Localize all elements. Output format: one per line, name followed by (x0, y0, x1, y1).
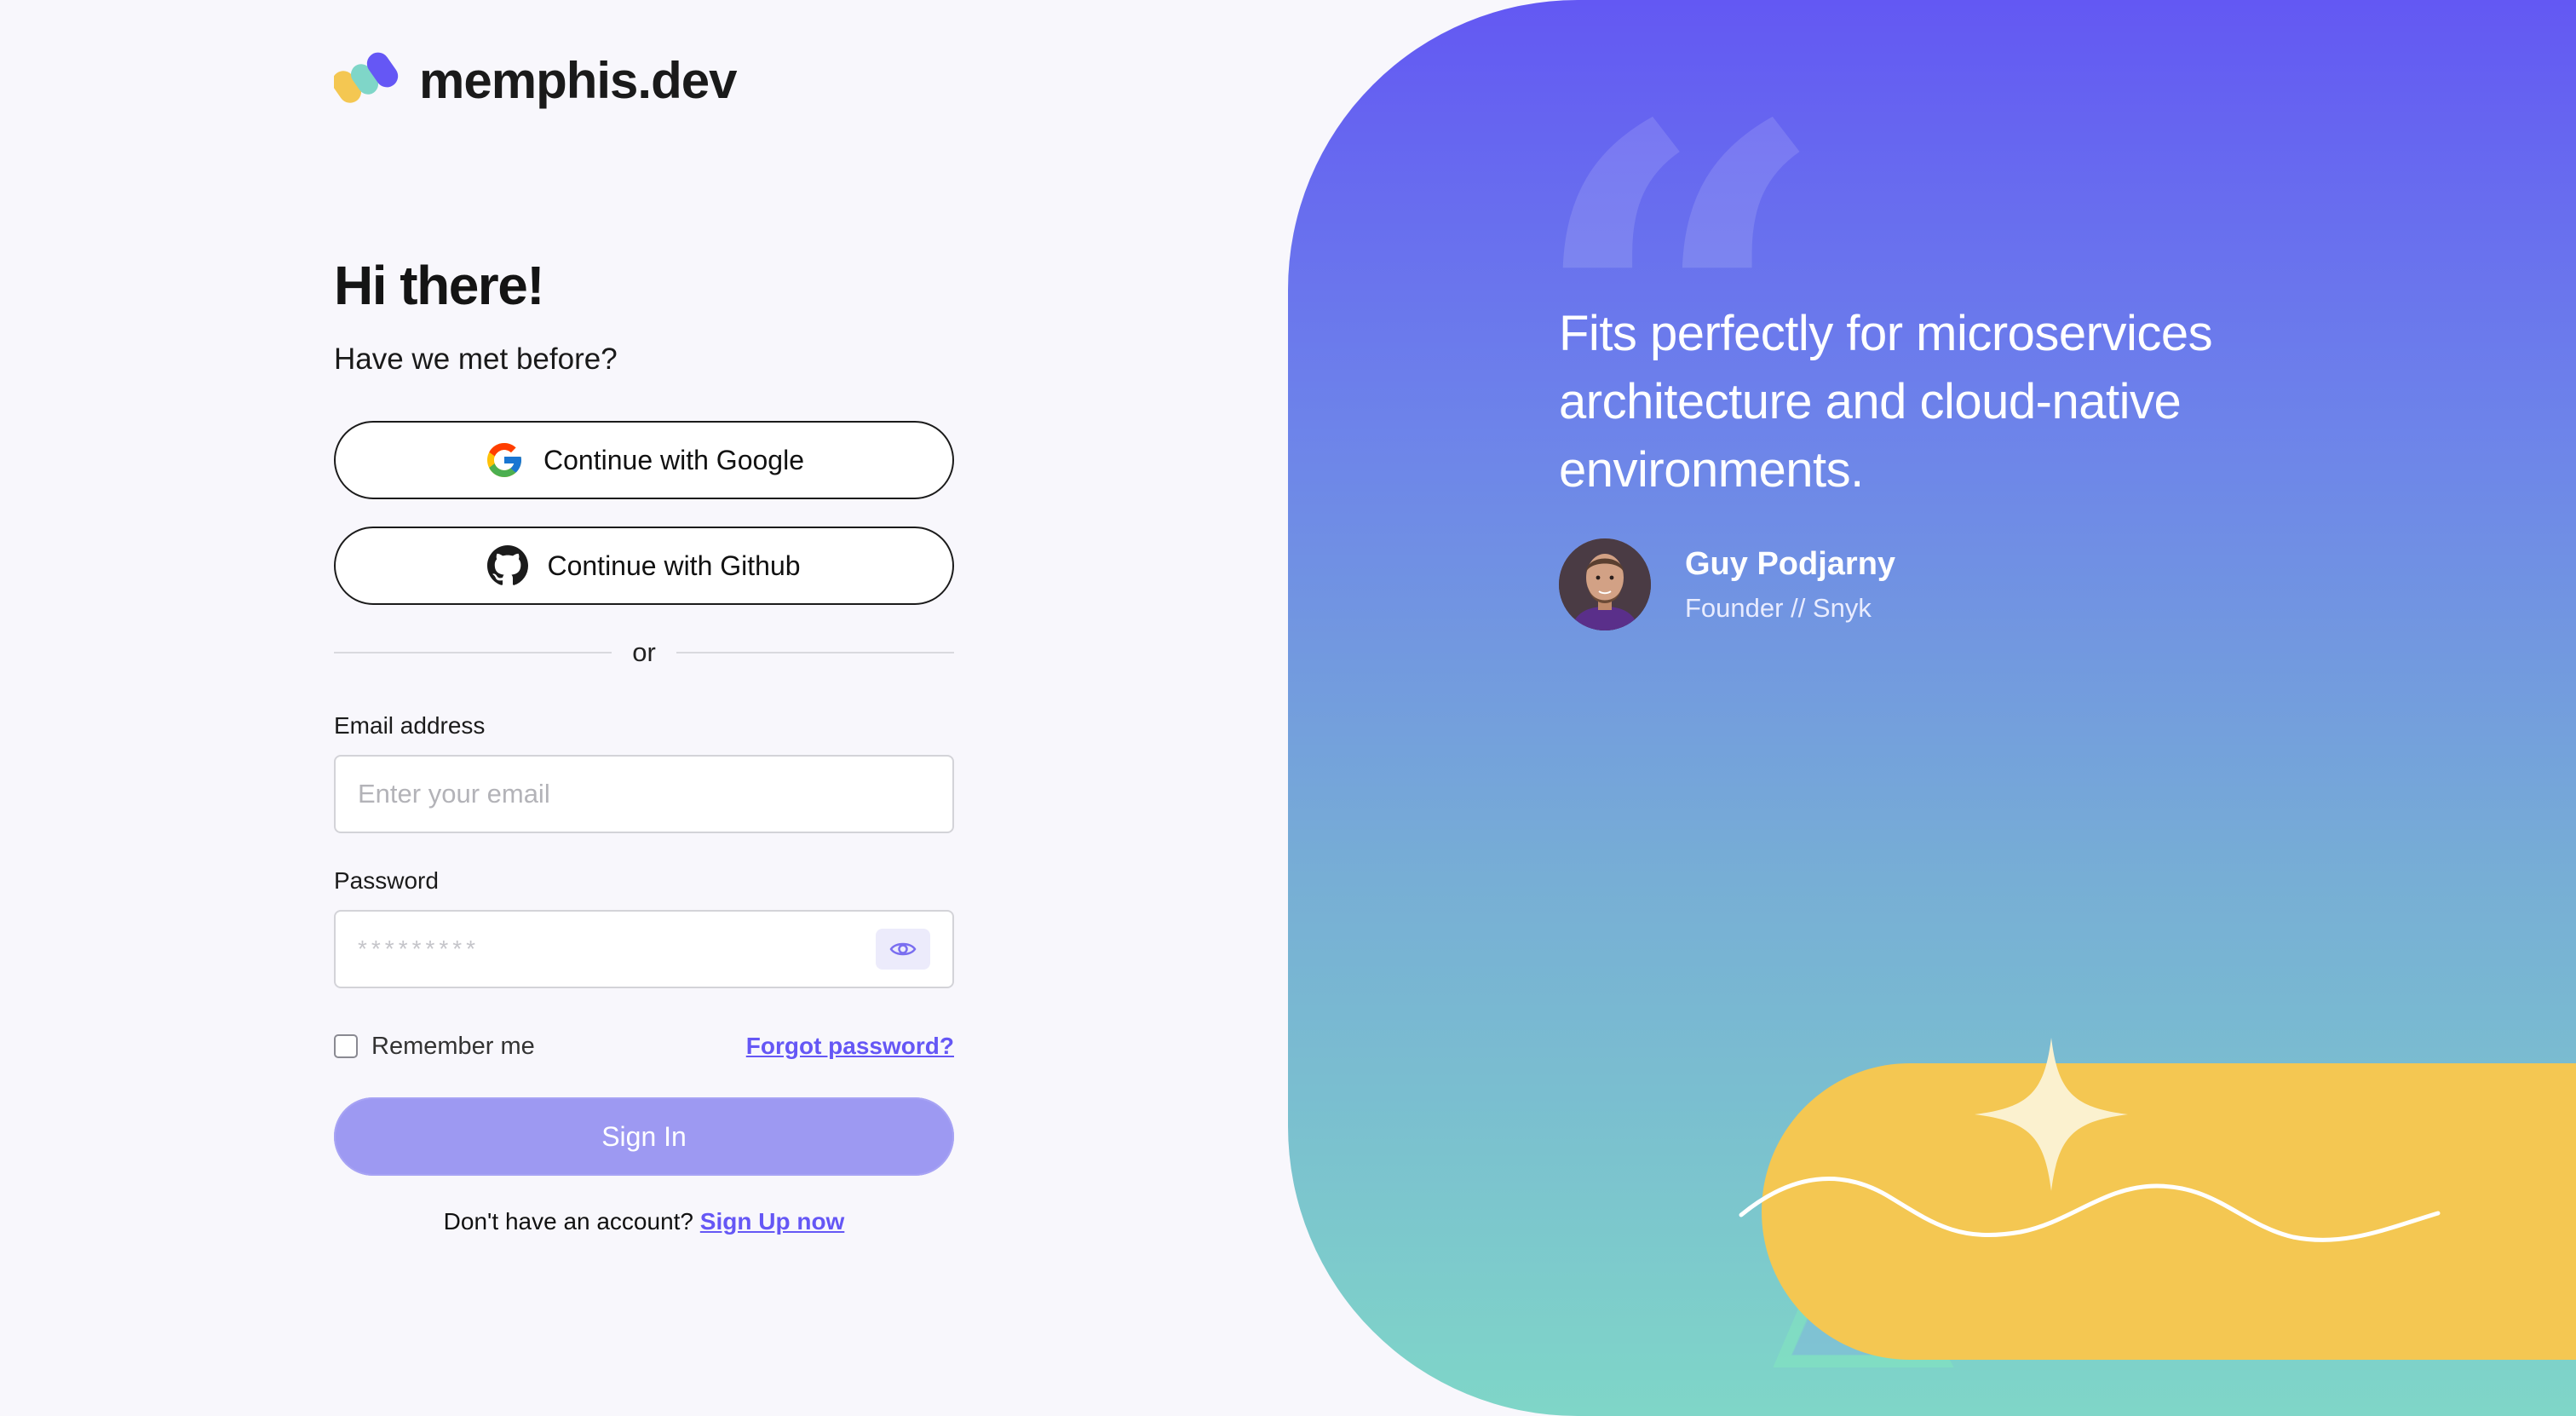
remember-me-label: Remember me (371, 1032, 535, 1060)
github-icon (487, 545, 529, 585)
continue-with-github-button[interactable]: Continue with Github (334, 527, 954, 605)
forgot-password-link[interactable]: Forgot password? (746, 1033, 954, 1060)
email-placeholder: Enter your email (358, 779, 550, 809)
remember-me[interactable]: Remember me (334, 1033, 535, 1061)
password-label: Password (334, 867, 439, 894)
eye-icon (889, 942, 917, 956)
divider-line-left (334, 652, 612, 653)
or-divider: or (334, 636, 955, 670)
testimonial-panel: “ Fits perfectly for microservices archi… (1288, 0, 2576, 1416)
google-icon (487, 443, 522, 477)
toggle-password-visibility-button[interactable] (876, 929, 930, 970)
github-button-label: Continue with Github (547, 550, 801, 581)
continue-with-google-button[interactable]: Continue with Google (334, 421, 954, 499)
password-field[interactable]: ********* (334, 910, 954, 988)
sign-up-link[interactable]: Sign Up now (700, 1208, 845, 1235)
page-subtitle: Have we met before? (334, 342, 618, 376)
divider-line-right (676, 652, 955, 653)
password-masked-value: ********* (358, 935, 480, 962)
decorative-illustration (1739, 1038, 2576, 1367)
sign-in-button[interactable]: Sign In (334, 1097, 954, 1176)
signup-prompt: Don't have an account? (443, 1208, 694, 1235)
signup-row: Don't have an account? Sign Up now (334, 1208, 954, 1235)
decor-yellow-shape (1762, 1063, 2576, 1360)
page-title: Hi there! (334, 255, 545, 316)
brand-name: memphis.dev (419, 51, 737, 109)
email-field[interactable]: Enter your email (334, 755, 954, 833)
email-label: Email address (334, 712, 486, 739)
login-form: Hi there! Have we met before? Continue w… (334, 247, 955, 1235)
google-button-label: Continue with Google (543, 444, 804, 475)
brand: memphis.dev (334, 49, 737, 111)
divider-text: or (632, 637, 656, 667)
remember-row: Remember me Forgot password? (334, 1029, 954, 1063)
memphis-logo-icon (334, 52, 399, 103)
remember-me-checkbox[interactable] (334, 1034, 358, 1058)
